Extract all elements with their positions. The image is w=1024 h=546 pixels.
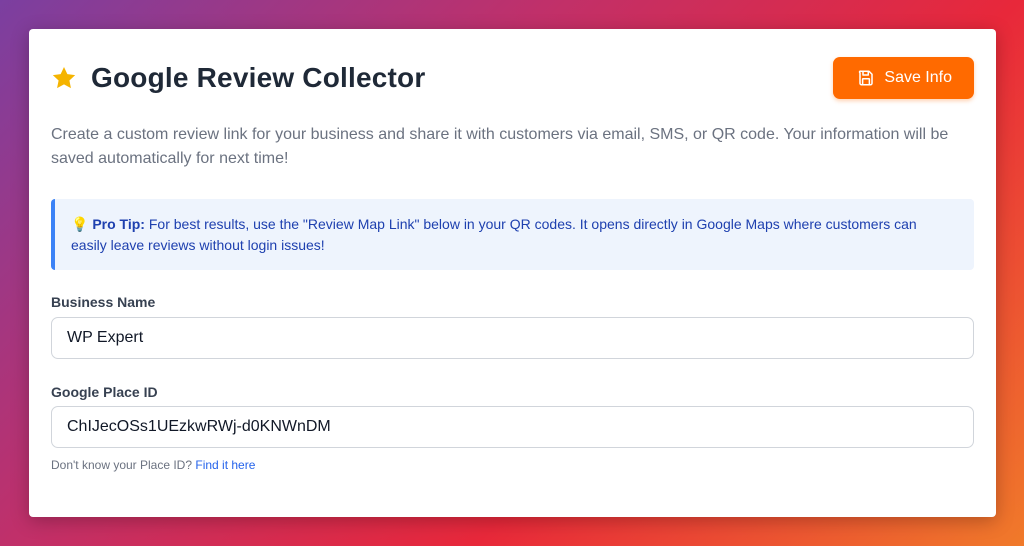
title-wrap: Google Review Collector [51,62,425,94]
page-title: Google Review Collector [91,62,426,93]
place-id-hint: Don't know your Place ID? Find it here [51,458,255,472]
page-description: Create a custom review link for your bus… [51,126,949,167]
review-collector-card: Google Review Collector Save Info Create… [29,29,996,517]
floppy-disk-icon [857,69,875,87]
pro-tip-label: Pro Tip: [92,216,145,232]
header: Google Review Collector Save Info [51,57,974,99]
find-place-id-link[interactable]: Find it here [195,458,255,472]
business-name-label: Business Name [51,294,156,310]
lightbulb-icon: 💡 [71,216,89,232]
business-name-input[interactable] [51,317,974,359]
pro-tip-text: For best results, use the "Review Map Li… [71,216,917,253]
place-id-hint-text: Don't know your Place ID? [51,458,196,472]
star-icon [51,65,77,91]
place-id-input[interactable] [51,406,974,448]
save-info-button[interactable]: Save Info [833,57,974,99]
place-id-label: Google Place ID [51,384,158,400]
pro-tip-box: 💡 Pro Tip: For best results, use the "Re… [51,199,974,270]
save-info-label: Save Info [884,69,952,86]
